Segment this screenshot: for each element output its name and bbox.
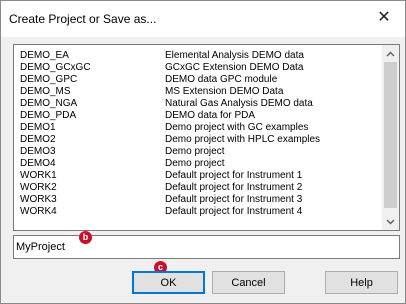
annotation-badge-b: b xyxy=(79,231,92,244)
project-description: Elemental Analysis DEMO data xyxy=(165,50,304,61)
scrollbar-thumb[interactable] xyxy=(384,62,397,208)
project-name: DEMO_GPC xyxy=(20,74,78,85)
project-name: DEMO3 xyxy=(20,146,56,157)
vertical-scrollbar[interactable] xyxy=(382,45,399,230)
list-item[interactable]: WORK2 Default project for Instrument 2 xyxy=(14,182,380,194)
project-name: DEMO4 xyxy=(20,158,56,169)
title-bar: Create Project or Save as... ✕ xyxy=(1,1,405,37)
list-item[interactable]: DEMO_GCxGC GCxGC Extension DEMO Data xyxy=(14,62,380,74)
project-description: MS Extension DEMO Data xyxy=(165,86,284,97)
list-item[interactable]: DEMO1 Demo project with GC examples xyxy=(14,122,380,134)
chevron-down-icon xyxy=(386,219,395,224)
project-description: Demo project xyxy=(165,146,225,157)
project-name: DEMO_NGA xyxy=(20,98,78,109)
project-name: DEMO_MS xyxy=(20,86,71,97)
help-button[interactable]: Help xyxy=(325,271,398,294)
project-name: DEMO_GCxGC xyxy=(20,62,91,73)
list-item[interactable]: DEMO2 Demo project with HPLC examples xyxy=(14,134,380,146)
project-name: WORK4 xyxy=(20,206,57,217)
project-name-input[interactable]: MyProject xyxy=(13,235,400,259)
project-list[interactable]: DEMO_EA Elemental Analysis DEMO data DEMO_… xyxy=(13,44,400,231)
project-name: DEMO_PDA xyxy=(20,110,77,121)
project-description: Default project for Instrument 2 xyxy=(165,182,303,193)
list-item[interactable]: DEMO_EA Elemental Analysis DEMO data xyxy=(14,50,380,62)
project-description: Default project for Instrument 3 xyxy=(165,194,303,205)
close-icon[interactable]: ✕ xyxy=(373,6,395,30)
project-description: DEMO data GPC module xyxy=(165,74,278,85)
dialog-title: Create Project or Save as... xyxy=(9,12,157,26)
project-description: DEMO data for PDA xyxy=(165,110,256,121)
chevron-up-icon xyxy=(386,51,395,56)
project-name: DEMO1 xyxy=(20,122,56,133)
scroll-down-button[interactable] xyxy=(382,213,399,230)
project-description: Demo project xyxy=(165,158,225,169)
list-item[interactable]: WORK4 Default project for Instrument 4 xyxy=(14,206,380,218)
list-item[interactable]: DEMO_NGA Natural Gas Analysis DEMO data xyxy=(14,98,380,110)
list-item[interactable]: DEMO4 Demo project xyxy=(14,158,380,170)
project-description: Default project for Instrument 4 xyxy=(165,206,303,217)
scroll-up-button[interactable] xyxy=(382,45,399,62)
list-item[interactable]: DEMO_PDA DEMO data for PDA xyxy=(14,110,380,122)
list-item[interactable]: WORK3 Default project for Instrument 3 xyxy=(14,194,380,206)
list-item[interactable]: DEMO_GPC DEMO data GPC module xyxy=(14,74,380,86)
project-description: Demo project with GC examples xyxy=(165,122,309,133)
project-description: Default project for Instrument 1 xyxy=(165,170,303,181)
cancel-button[interactable]: Cancel xyxy=(212,271,285,294)
project-description: Natural Gas Analysis DEMO data xyxy=(165,98,313,109)
create-project-dialog: Create Project or Save as... ✕ DEMO_EA El… xyxy=(0,0,406,304)
project-name: WORK3 xyxy=(20,194,57,205)
project-name: DEMO2 xyxy=(20,134,56,145)
list-item[interactable]: DEMO3 Demo project xyxy=(14,146,380,158)
project-description: GCxGC Extension DEMO Data xyxy=(165,62,304,73)
list-item[interactable]: DEMO_MS MS Extension DEMO Data xyxy=(14,86,380,98)
project-list-rows: DEMO_EA Elemental Analysis DEMO data DEMO_… xyxy=(14,50,380,218)
list-item[interactable]: WORK1 Default project for Instrument 1 xyxy=(14,170,380,182)
project-name: WORK2 xyxy=(20,182,57,193)
project-description: Demo project with HPLC examples xyxy=(165,134,321,145)
project-name: WORK1 xyxy=(20,170,57,181)
project-name: DEMO_EA xyxy=(20,50,69,61)
ok-button[interactable]: OK xyxy=(132,271,205,294)
